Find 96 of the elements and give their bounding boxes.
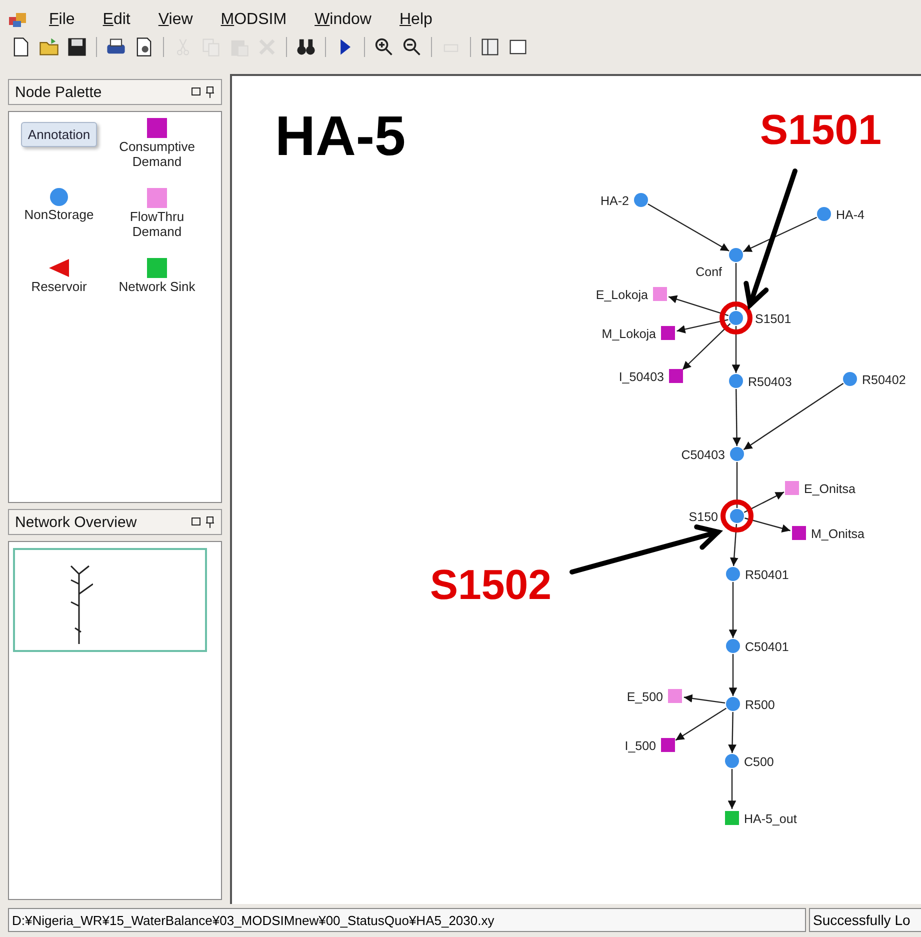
flow-arrow	[744, 492, 784, 513]
nonstorage-icon	[50, 188, 68, 206]
palette-label[interactable]: FlowThru Demand	[111, 210, 203, 240]
panel-icon	[482, 38, 498, 56]
flowthru-node[interactable]	[653, 287, 667, 301]
node-label: M_Lokoja	[602, 327, 656, 341]
menu-item[interactable]: Edit	[94, 9, 140, 31]
node-label: M_Onitsa	[811, 527, 864, 541]
nonstorage-node[interactable]	[725, 754, 739, 768]
restore-icon[interactable]	[191, 516, 201, 526]
toolbar-button[interactable]	[66, 36, 88, 58]
flow-arrow	[744, 518, 790, 532]
pin-icon[interactable]	[205, 516, 215, 528]
file-path: D:¥Nigeria_WR¥15_WaterBalance¥03_MODSIMnew¥00_StatusQuo¥HA5_2030.xy	[8, 908, 806, 932]
binoculars-icon	[297, 39, 315, 55]
callout-label: S1502	[430, 561, 552, 608]
panel-title: Network Overview	[15, 514, 137, 530]
consumptive-demand-icon	[147, 118, 167, 138]
node-label: S1501	[755, 312, 792, 326]
flowthru-node[interactable]	[668, 689, 682, 703]
consumptive-node[interactable]	[669, 369, 683, 383]
node-label: E_Lokoja	[596, 288, 648, 302]
nonstorage-node[interactable]	[726, 697, 740, 711]
node-label: R500	[745, 698, 775, 712]
node-label: I_50403	[618, 370, 664, 384]
pin-icon[interactable]	[205, 86, 215, 98]
flowthru-demand-icon	[147, 188, 167, 208]
folder-icon	[40, 38, 58, 56]
reservoir-icon	[48, 258, 70, 278]
window-icon	[510, 40, 526, 54]
node-label: E_Onitsa	[804, 482, 856, 496]
node-label: HA-4	[836, 208, 864, 222]
node-label: E_500	[626, 690, 663, 704]
toolbar-button[interactable]	[373, 36, 395, 58]
nonstorage-node[interactable]	[634, 193, 648, 207]
app-icon	[8, 11, 28, 29]
nonstorage-node[interactable]	[726, 639, 740, 653]
node-label: C50401	[745, 640, 789, 654]
nonstorage-node[interactable]	[729, 248, 743, 262]
zoom-in-icon	[375, 38, 393, 56]
callout-label: S1501	[760, 106, 882, 153]
nonstorage-node[interactable]	[726, 567, 740, 581]
menu-item[interactable]: Help	[390, 9, 442, 31]
node-label: C50403	[681, 448, 725, 462]
network-sink-icon	[147, 258, 167, 278]
nonstorage-node[interactable]	[843, 372, 857, 386]
palette-label[interactable]: NonStorage	[24, 208, 94, 223]
annotation-button[interactable]: Annotation	[20, 122, 98, 147]
print-icon	[107, 38, 125, 54]
flow-arrow	[668, 295, 729, 316]
save-icon	[68, 38, 86, 56]
highlight-circle	[720, 302, 752, 334]
menu-item[interactable]: View	[149, 9, 202, 31]
flow-arrow	[728, 769, 736, 809]
flow-arrow	[732, 389, 741, 446]
flow-arrow	[728, 654, 738, 696]
menu-item[interactable]: File	[40, 9, 84, 31]
palette-label[interactable]: Reservoir	[31, 280, 87, 295]
flow-arrow	[684, 694, 726, 704]
highlight-circle	[720, 500, 754, 532]
new-file-icon	[14, 38, 28, 56]
run-icon	[340, 39, 350, 55]
status-message: Successfully Lo	[809, 908, 921, 932]
node-label: HA-2	[600, 194, 629, 208]
node-label: S150	[688, 510, 718, 524]
viewport-frame[interactable]	[13, 548, 207, 652]
consumptive-node[interactable]	[792, 526, 806, 540]
zoom-out-icon	[403, 38, 421, 56]
consumptive-node[interactable]	[661, 738, 675, 752]
nonstorage-node[interactable]	[729, 311, 743, 325]
flow-arrow	[730, 524, 738, 566]
nonstorage-node[interactable]	[730, 509, 744, 523]
nonstorage-node[interactable]	[730, 447, 744, 461]
toolbar-button[interactable]	[479, 36, 501, 58]
node-label: Conf	[696, 265, 722, 279]
sink-node[interactable]	[725, 811, 739, 825]
palette-label[interactable]: Network Sink	[118, 280, 196, 295]
panel-title: Node Palette	[15, 84, 102, 100]
nonstorage-node[interactable]	[817, 207, 831, 221]
menu-item[interactable]: MODSIM	[212, 9, 296, 31]
node-label: R50401	[745, 568, 789, 582]
print-preview-icon	[136, 38, 152, 56]
toolbar-button[interactable]	[401, 36, 423, 58]
node-label: C500	[744, 755, 774, 769]
menu-item[interactable]: Window	[306, 9, 380, 31]
flow-arrow	[728, 582, 738, 638]
consumptive-node[interactable]	[661, 326, 675, 340]
node-label: R50403	[748, 375, 792, 389]
palette-label[interactable]: Consumptive Demand	[111, 140, 203, 170]
node-label: I_500	[624, 739, 656, 753]
restore-icon[interactable]	[191, 86, 201, 96]
node-label: HA-5_out	[744, 812, 797, 826]
node-label: R50402	[862, 373, 906, 387]
network-title: HA-5	[275, 104, 406, 167]
flowthru-node[interactable]	[785, 481, 799, 495]
nonstorage-node[interactable]	[729, 374, 743, 388]
